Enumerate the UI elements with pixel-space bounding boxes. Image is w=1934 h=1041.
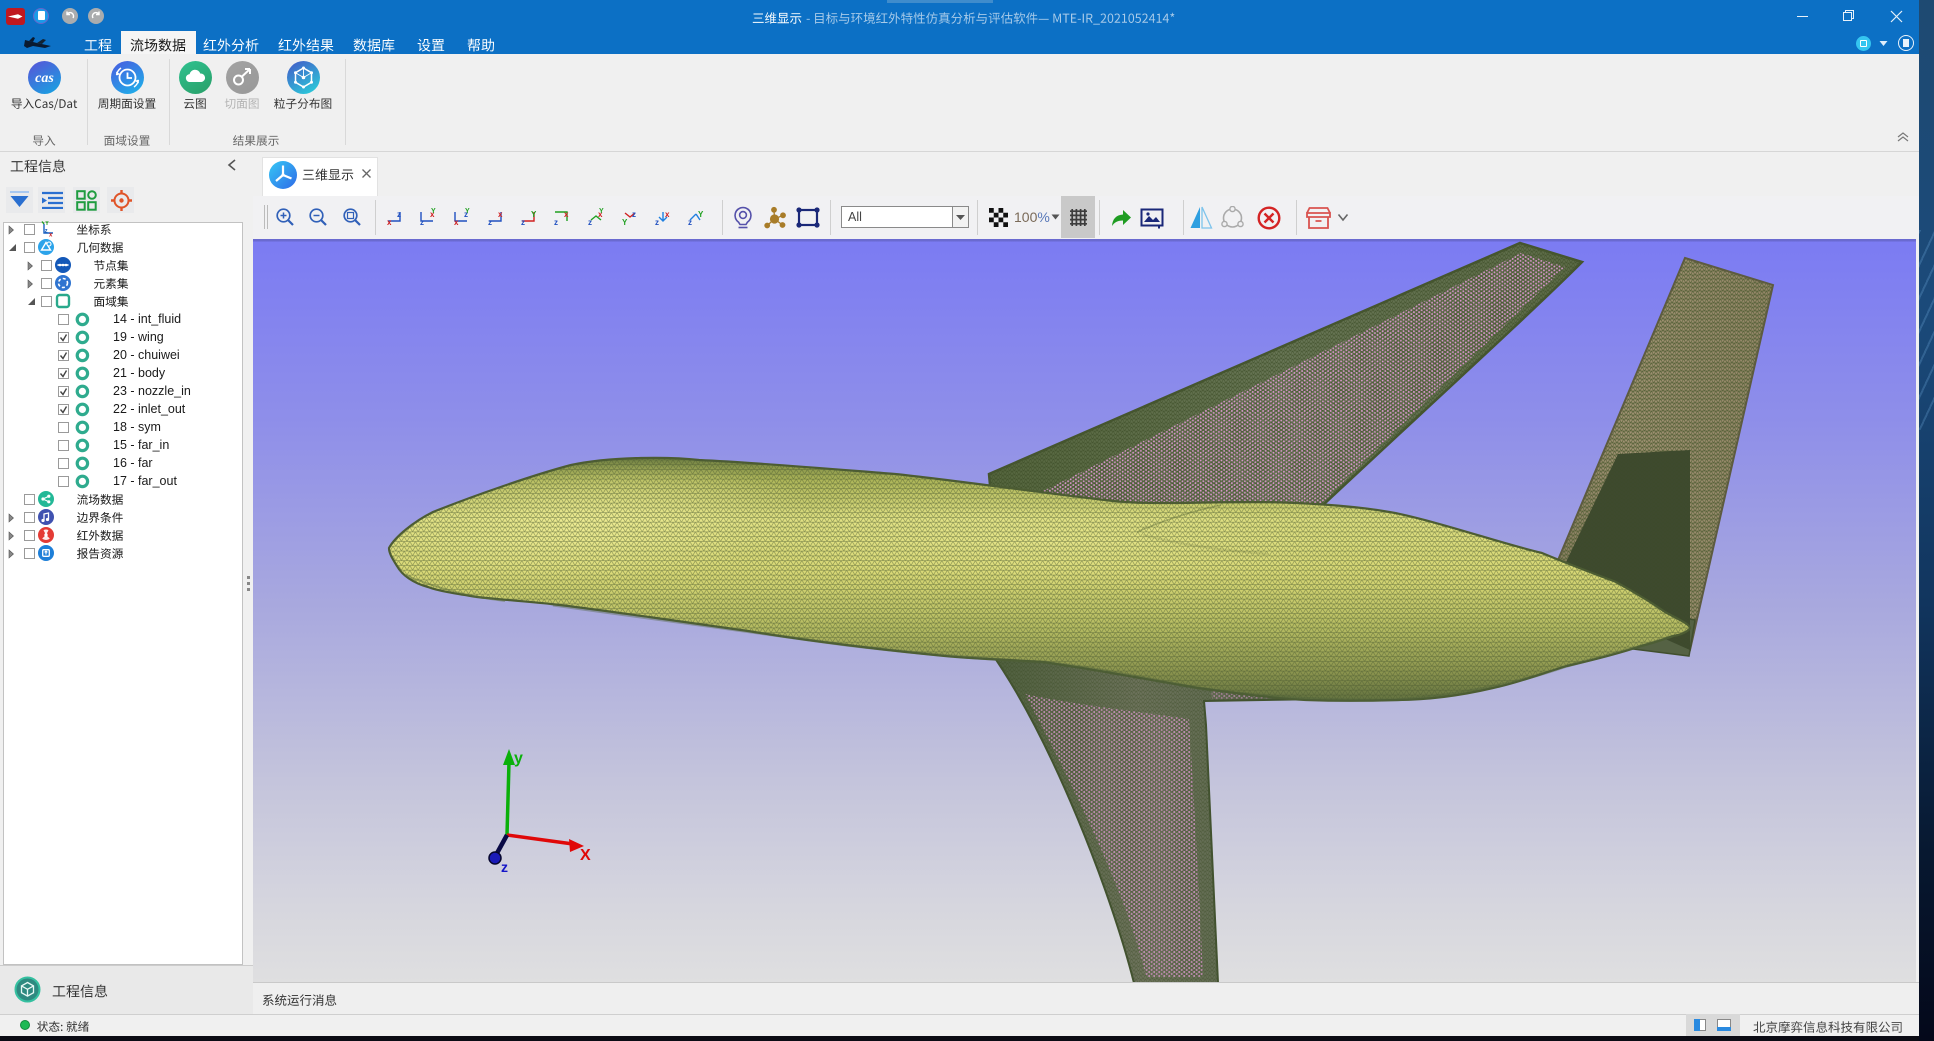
svg-text:z: z [588,218,592,227]
svg-text:Y: Y [698,210,704,219]
svg-text:z: z [655,218,659,227]
svg-text:z: z [488,218,492,227]
svg-text:Y: Y [431,208,436,215]
svg-text:x: x [387,218,392,227]
svg-text:X: X [580,847,591,864]
svg-text:z: z [501,859,508,875]
svg-text:y: y [514,750,523,767]
svg-text:x: x [665,210,670,219]
svg-text:z: z [420,218,424,227]
svg-text:z: z [521,218,525,227]
svg-text:z: z [554,218,558,227]
svg-text:z: z [45,229,48,235]
svg-text:Y: Y [465,208,470,215]
svg-text:Y: Y [599,208,604,215]
svg-text:z: z [397,210,401,219]
svg-text:Y: Y [622,218,628,227]
svg-text:x: x [498,210,503,219]
svg-text:x: x [454,218,459,227]
svg-text:Y: Y [531,210,537,219]
svg-text:z: z [632,210,636,219]
svg-text:Y: Y [45,221,49,227]
svg-text:x: x [564,210,569,219]
svg-text:cas: cas [35,71,54,86]
svg-text:z: z [688,218,692,227]
